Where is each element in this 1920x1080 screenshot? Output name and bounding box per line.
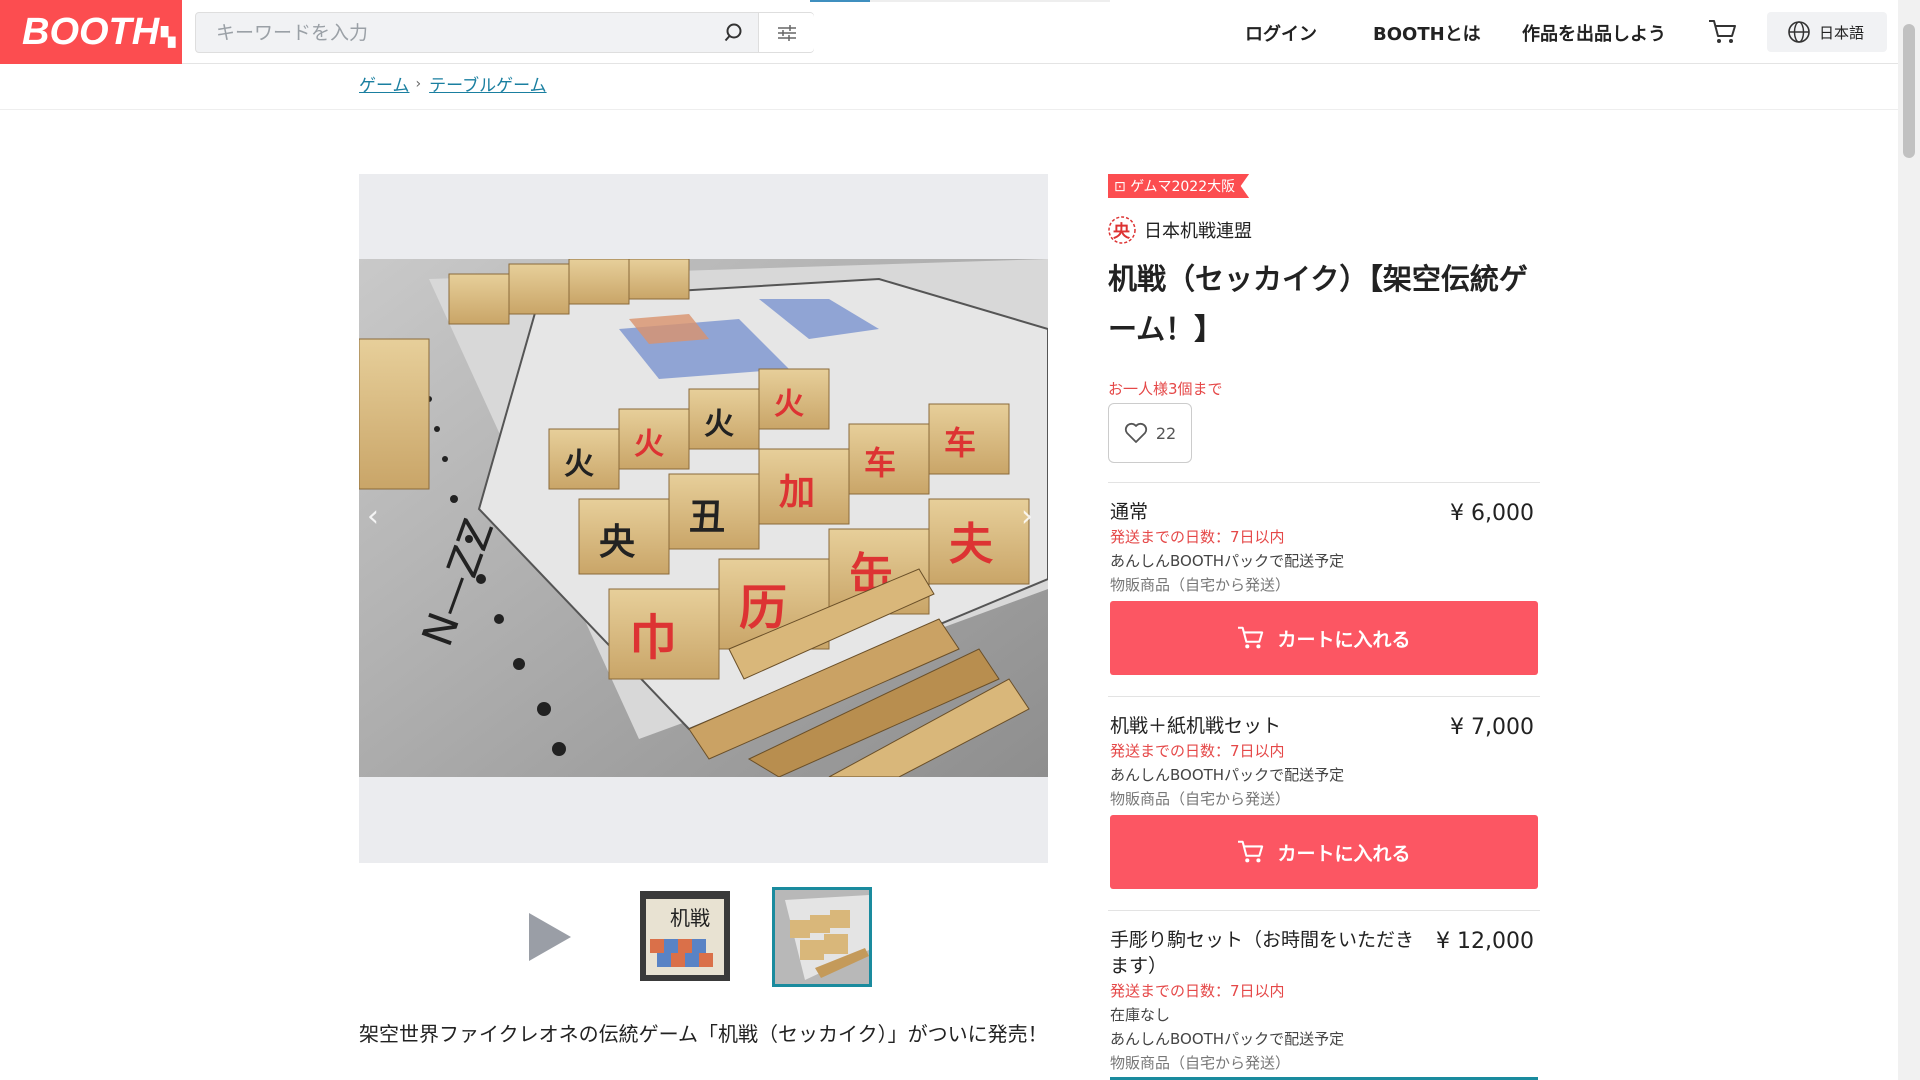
svg-text:丑: 丑 (689, 497, 725, 538)
product-description: 架空世界ファイクレオネの伝統ゲーム「机戦（セッカイク）」がついに発売！ (359, 1022, 1048, 1046)
search-icon[interactable] (723, 21, 747, 45)
search-bar (195, 12, 814, 53)
chevron-right-icon: › (415, 75, 422, 92)
filter-button[interactable] (758, 13, 814, 52)
svg-text:加: 加 (779, 472, 815, 513)
sell-link[interactable]: 作品を出品しよう (1522, 20, 1666, 46)
variant-name: 机戦＋紙机戦セット (1110, 715, 1282, 737)
svg-text:车: 车 (864, 444, 896, 482)
item-type: 物販商品（自宅から発送） (1110, 576, 1291, 594)
breadcrumb: ゲーム › テーブルゲーム (359, 71, 547, 97)
cart-icon (1238, 840, 1264, 863)
gallery-thumbnails: 机戦 (359, 887, 1048, 987)
svg-text:央: 央 (599, 522, 636, 563)
tag-icon: ⊡ (1114, 179, 1131, 195)
breadcrumb-game[interactable]: ゲーム (359, 71, 410, 96)
page-scrollbar[interactable] (1898, 0, 1920, 1080)
play-video-icon[interactable] (521, 909, 577, 965)
search-input[interactable] (196, 13, 758, 52)
delivery-method: あんしんBOOTHパックで配送予定 (1110, 1030, 1345, 1048)
item-type: 物販商品（自宅から発送） (1110, 790, 1291, 808)
variant-hand-carved: 手彫り駒セット（お時間をいただきます） ¥ 12,000 発送までの日数：7日以… (1108, 910, 1540, 1080)
shipping-days: 発送までの日数：7日以内 (1110, 982, 1285, 1000)
variant-price: ¥ 12,000 (1436, 929, 1534, 954)
scroll-thumb[interactable] (1903, 24, 1915, 158)
shipping-days: 発送までの日数：7日以内 (1110, 528, 1285, 546)
svg-text:巾: 巾 (629, 610, 677, 666)
variant-price: ¥ 6,000 (1450, 501, 1534, 526)
site-header: BOOTH▚ ログイン BOOTHとは 作品を出品しよう 日本語 (0, 0, 1898, 64)
logo-mark-icon: ▚ (161, 26, 176, 47)
gallery-next-arrow[interactable]: › (1021, 499, 1033, 534)
gallery-prev-arrow[interactable]: ‹ (367, 499, 379, 534)
stock-status: 在庫なし (1110, 1006, 1171, 1024)
svg-text:机戦: 机戦 (670, 906, 710, 930)
variant-price: ¥ 7,000 (1450, 715, 1534, 740)
breadcrumb-bar: ゲーム › テーブルゲーム (0, 65, 1898, 110)
like-button[interactable]: 22 (1108, 403, 1192, 463)
sliders-icon (777, 24, 796, 41)
item-type: 物販商品（自宅から発送） (1110, 1054, 1291, 1072)
svg-text:夫: 夫 (949, 519, 994, 570)
like-count: 22 (1155, 423, 1177, 443)
add-to-cart-button[interactable]: カートに入れる (1110, 601, 1538, 675)
loading-bar (810, 0, 1110, 2)
main-product-photo[interactable]: N—ZZ 火 火 火 火 央 丑 加 车 车 巾 历 缶 夫 (359, 259, 1048, 777)
shop-link[interactable]: 央 日本机戦連盟 (1108, 216, 1252, 244)
product-title: 机戦（セッカイク）【架空伝統ゲーム！】 (1108, 262, 1528, 346)
shipping-days: 発送までの日数：7日以内 (1110, 742, 1285, 760)
svg-text:火: 火 (704, 407, 734, 442)
shop-name: 日本机戦連盟 (1144, 221, 1252, 242)
booth-logo[interactable]: BOOTH ▚ (0, 0, 182, 64)
login-link[interactable]: ログイン (1245, 20, 1317, 46)
svg-text:火: 火 (634, 427, 664, 462)
variant-name: 手彫り駒セット（お時間をいただきます） (1110, 929, 1415, 977)
language-selector[interactable]: 日本語 (1767, 12, 1887, 52)
language-label: 日本語 (1819, 23, 1865, 42)
purchase-limit: お一人様3個まで (1108, 380, 1223, 398)
globe-icon (1788, 21, 1810, 43)
variant-normal: 通常 ¥ 6,000 発送までの日数：7日以内 あんしんBOOTHパックで配送予… (1108, 482, 1540, 696)
shop-avatar: 央 (1108, 216, 1136, 244)
heart-icon (1124, 422, 1147, 443)
event-tag-label: ゲムマ2022大阪 (1130, 179, 1236, 195)
cart-icon (1238, 626, 1264, 649)
delivery-method: あんしんBOOTHパックで配送予定 (1110, 552, 1345, 570)
svg-text:央: 央 (1113, 221, 1131, 242)
event-tag[interactable]: ⊡ ゲムマ2022大阪 (1108, 174, 1250, 198)
thumbnail-box-photo[interactable]: 机戦 (640, 891, 730, 981)
variant-paper-set: 机戦＋紙机戦セット ¥ 7,000 発送までの日数：7日以内 あんしんBOOTH… (1108, 696, 1540, 910)
about-link[interactable]: BOOTHとは (1373, 20, 1481, 46)
svg-text:火: 火 (564, 447, 594, 482)
svg-text:车: 车 (944, 424, 976, 462)
variant-name: 通常 (1110, 501, 1149, 523)
cart-button-label: カートに入れる (1277, 842, 1411, 865)
board-game-photo: N—ZZ 火 火 火 火 央 丑 加 车 车 巾 历 缶 夫 (359, 259, 1048, 777)
cart-button-label: カートに入れる (1277, 628, 1411, 651)
breadcrumb-tablegame[interactable]: テーブルゲーム (429, 71, 546, 96)
thumbnail-board-photo[interactable] (772, 887, 872, 987)
add-to-cart-button[interactable]: カートに入れる (1110, 815, 1538, 889)
svg-text:火: 火 (774, 387, 804, 422)
product-gallery: N—ZZ 火 火 火 火 央 丑 加 车 车 巾 历 缶 夫 ‹ › (359, 174, 1048, 863)
delivery-method: あんしんBOOTHパックで配送予定 (1110, 766, 1345, 784)
cart-icon[interactable] (1708, 18, 1738, 46)
